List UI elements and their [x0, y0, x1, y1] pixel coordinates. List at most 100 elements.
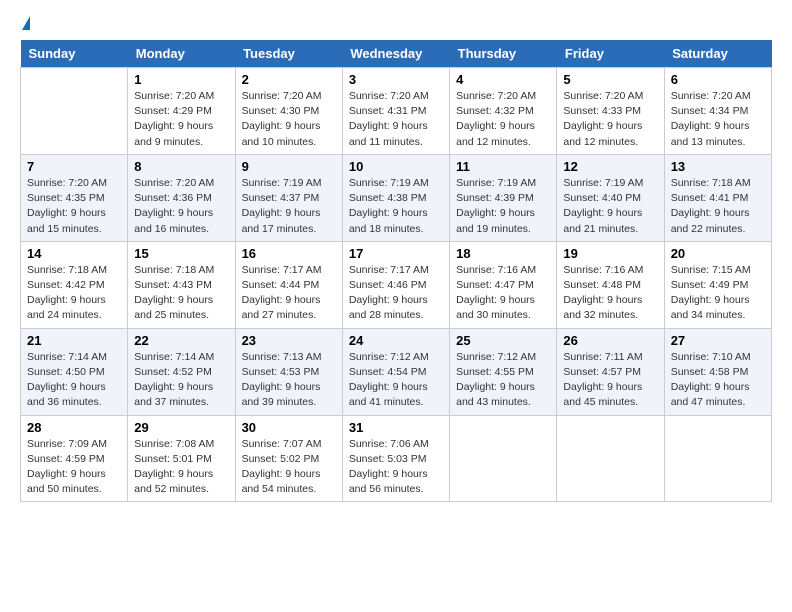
day-number: 14	[27, 246, 121, 261]
calendar-header-row: SundayMondayTuesdayWednesdayThursdayFrid…	[21, 40, 772, 68]
day-info: Sunrise: 7:16 AM Sunset: 4:47 PM Dayligh…	[456, 263, 550, 324]
day-number: 18	[456, 246, 550, 261]
day-number: 27	[671, 333, 765, 348]
day-number: 22	[134, 333, 228, 348]
week-row-2: 7Sunrise: 7:20 AM Sunset: 4:35 PM Daylig…	[21, 154, 772, 241]
calendar-cell: 28 Sunrise: 7:09 AM Sunset: 4:59 PM Dayli…	[21, 415, 128, 502]
calendar-cell: 9Sunrise: 7:19 AM Sunset: 4:37 PM Daylig…	[235, 154, 342, 241]
day-number: 6	[671, 72, 765, 87]
week-row-1: 1Sunrise: 7:20 AM Sunset: 4:29 PM Daylig…	[21, 68, 772, 155]
calendar-cell	[664, 415, 771, 502]
day-info: Sunrise: 7:14 AM Sunset: 4:50 PM Dayligh…	[27, 350, 121, 411]
day-info: Sunrise: 7:18 AM Sunset: 4:42 PM Dayligh…	[27, 263, 121, 324]
header-wednesday: Wednesday	[342, 40, 449, 68]
calendar-cell	[450, 415, 557, 502]
day-number: 2	[242, 72, 336, 87]
day-info: Sunrise: 7:09 AM Sunset: 4:59 PM Dayligh…	[27, 437, 121, 498]
calendar-cell: 18 Sunrise: 7:16 AM Sunset: 4:47 PM Dayli…	[450, 241, 557, 328]
day-info: Sunrise: 7:20 AM Sunset: 4:33 PM Dayligh…	[563, 89, 657, 150]
day-number: 8	[134, 159, 228, 174]
logo-triangle-icon	[22, 16, 30, 30]
day-info: Sunrise: 7:11 AM Sunset: 4:57 PM Dayligh…	[563, 350, 657, 411]
day-info: Sunrise: 7:17 AM Sunset: 4:44 PM Dayligh…	[242, 263, 336, 324]
day-info: Sunrise: 7:12 AM Sunset: 4:54 PM Dayligh…	[349, 350, 443, 411]
day-number: 12	[563, 159, 657, 174]
day-info: Sunrise: 7:18 AM Sunset: 4:41 PM Dayligh…	[671, 176, 765, 237]
day-info: Sunrise: 7:19 AM Sunset: 4:39 PM Dayligh…	[456, 176, 550, 237]
header-tuesday: Tuesday	[235, 40, 342, 68]
day-number: 20	[671, 246, 765, 261]
day-info: Sunrise: 7:20 AM Sunset: 4:34 PM Dayligh…	[671, 89, 765, 150]
day-number: 23	[242, 333, 336, 348]
page-header	[20, 16, 772, 30]
day-info: Sunrise: 7:06 AM Sunset: 5:03 PM Dayligh…	[349, 437, 443, 498]
calendar-cell: 10Sunrise: 7:19 AM Sunset: 4:38 PM Dayli…	[342, 154, 449, 241]
day-number: 15	[134, 246, 228, 261]
header-saturday: Saturday	[664, 40, 771, 68]
calendar-cell: 25 Sunrise: 7:12 AM Sunset: 4:55 PM Dayli…	[450, 328, 557, 415]
day-info: Sunrise: 7:20 AM Sunset: 4:31 PM Dayligh…	[349, 89, 443, 150]
day-number: 17	[349, 246, 443, 261]
calendar-cell	[557, 415, 664, 502]
day-number: 25	[456, 333, 550, 348]
header-monday: Monday	[128, 40, 235, 68]
calendar-cell: 3 Sunrise: 7:20 AM Sunset: 4:31 PM Daylig…	[342, 68, 449, 155]
calendar-cell: 5Sunrise: 7:20 AM Sunset: 4:33 PM Daylig…	[557, 68, 664, 155]
day-info: Sunrise: 7:14 AM Sunset: 4:52 PM Dayligh…	[134, 350, 228, 411]
day-info: Sunrise: 7:20 AM Sunset: 4:35 PM Dayligh…	[27, 176, 121, 237]
day-number: 30	[242, 420, 336, 435]
day-number: 10	[349, 159, 443, 174]
calendar-cell: 22 Sunrise: 7:14 AM Sunset: 4:52 PM Dayli…	[128, 328, 235, 415]
day-info: Sunrise: 7:18 AM Sunset: 4:43 PM Dayligh…	[134, 263, 228, 324]
calendar-cell: 29Sunrise: 7:08 AM Sunset: 5:01 PM Dayli…	[128, 415, 235, 502]
calendar-cell: 24 Sunrise: 7:12 AM Sunset: 4:54 PM Dayli…	[342, 328, 449, 415]
logo	[20, 16, 30, 30]
day-info: Sunrise: 7:20 AM Sunset: 4:32 PM Dayligh…	[456, 89, 550, 150]
day-info: Sunrise: 7:08 AM Sunset: 5:01 PM Dayligh…	[134, 437, 228, 498]
calendar-cell: 1Sunrise: 7:20 AM Sunset: 4:29 PM Daylig…	[128, 68, 235, 155]
week-row-3: 14 Sunrise: 7:18 AM Sunset: 4:42 PM Dayli…	[21, 241, 772, 328]
day-info: Sunrise: 7:13 AM Sunset: 4:53 PM Dayligh…	[242, 350, 336, 411]
calendar-cell: 21 Sunrise: 7:14 AM Sunset: 4:50 PM Dayli…	[21, 328, 128, 415]
day-info: Sunrise: 7:19 AM Sunset: 4:40 PM Dayligh…	[563, 176, 657, 237]
calendar-cell: 11 Sunrise: 7:19 AM Sunset: 4:39 PM Dayli…	[450, 154, 557, 241]
day-number: 24	[349, 333, 443, 348]
header-sunday: Sunday	[21, 40, 128, 68]
day-info: Sunrise: 7:10 AM Sunset: 4:58 PM Dayligh…	[671, 350, 765, 411]
week-row-5: 28 Sunrise: 7:09 AM Sunset: 4:59 PM Dayli…	[21, 415, 772, 502]
day-number: 16	[242, 246, 336, 261]
day-info: Sunrise: 7:20 AM Sunset: 4:30 PM Dayligh…	[242, 89, 336, 150]
calendar-cell: 7Sunrise: 7:20 AM Sunset: 4:35 PM Daylig…	[21, 154, 128, 241]
calendar-cell: 20Sunrise: 7:15 AM Sunset: 4:49 PM Dayli…	[664, 241, 771, 328]
calendar-cell: 31 Sunrise: 7:06 AM Sunset: 5:03 PM Dayli…	[342, 415, 449, 502]
calendar-cell: 27 Sunrise: 7:10 AM Sunset: 4:58 PM Dayli…	[664, 328, 771, 415]
calendar-cell: 4 Sunrise: 7:20 AM Sunset: 4:32 PM Daylig…	[450, 68, 557, 155]
day-number: 31	[349, 420, 443, 435]
day-number: 26	[563, 333, 657, 348]
header-friday: Friday	[557, 40, 664, 68]
day-number: 28	[27, 420, 121, 435]
day-number: 4	[456, 72, 550, 87]
day-info: Sunrise: 7:17 AM Sunset: 4:46 PM Dayligh…	[349, 263, 443, 324]
day-number: 19	[563, 246, 657, 261]
day-number: 21	[27, 333, 121, 348]
day-number: 3	[349, 72, 443, 87]
calendar-cell: 6 Sunrise: 7:20 AM Sunset: 4:34 PM Daylig…	[664, 68, 771, 155]
calendar-cell: 26 Sunrise: 7:11 AM Sunset: 4:57 PM Dayli…	[557, 328, 664, 415]
day-number: 1	[134, 72, 228, 87]
calendar-cell: 15 Sunrise: 7:18 AM Sunset: 4:43 PM Dayli…	[128, 241, 235, 328]
day-info: Sunrise: 7:12 AM Sunset: 4:55 PM Dayligh…	[456, 350, 550, 411]
week-row-4: 21 Sunrise: 7:14 AM Sunset: 4:50 PM Dayli…	[21, 328, 772, 415]
day-info: Sunrise: 7:20 AM Sunset: 4:36 PM Dayligh…	[134, 176, 228, 237]
calendar-cell	[21, 68, 128, 155]
calendar-cell: 13 Sunrise: 7:18 AM Sunset: 4:41 PM Dayli…	[664, 154, 771, 241]
day-number: 13	[671, 159, 765, 174]
calendar-cell: 2 Sunrise: 7:20 AM Sunset: 4:30 PM Daylig…	[235, 68, 342, 155]
calendar-cell: 17 Sunrise: 7:17 AM Sunset: 4:46 PM Dayli…	[342, 241, 449, 328]
day-info: Sunrise: 7:16 AM Sunset: 4:48 PM Dayligh…	[563, 263, 657, 324]
calendar-cell: 12 Sunrise: 7:19 AM Sunset: 4:40 PM Dayli…	[557, 154, 664, 241]
calendar-cell: 19 Sunrise: 7:16 AM Sunset: 4:48 PM Dayli…	[557, 241, 664, 328]
day-number: 11	[456, 159, 550, 174]
calendar-cell: 14 Sunrise: 7:18 AM Sunset: 4:42 PM Dayli…	[21, 241, 128, 328]
calendar-cell: 23 Sunrise: 7:13 AM Sunset: 4:53 PM Dayli…	[235, 328, 342, 415]
